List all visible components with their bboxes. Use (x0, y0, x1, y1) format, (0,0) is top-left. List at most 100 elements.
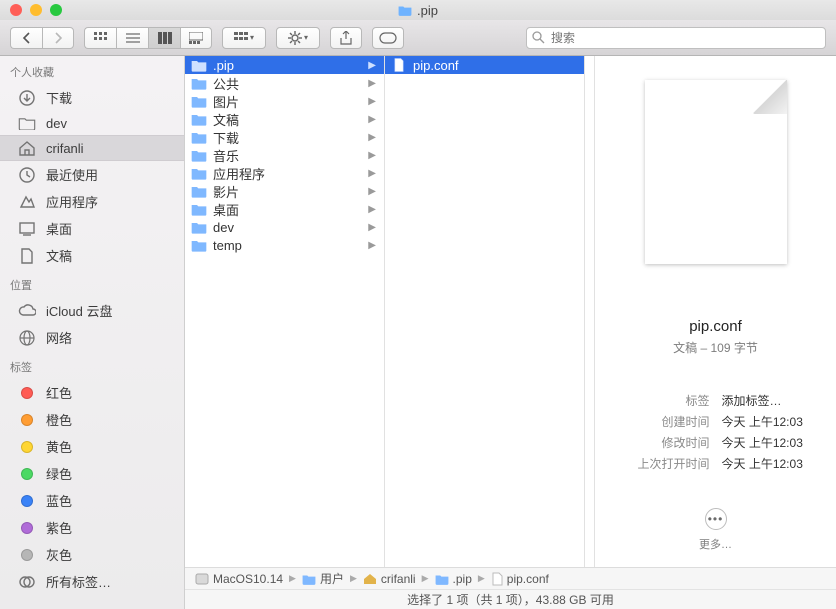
sidebar-item-label: 灰色 (46, 545, 72, 564)
sidebar-item[interactable]: 文稿 (0, 242, 184, 269)
sidebar-item[interactable]: 最近使用 (0, 161, 184, 188)
sidebar-item[interactable]: 灰色 (0, 541, 184, 568)
close-window-button[interactable] (10, 4, 22, 16)
sidebar-item-label: 应用程序 (46, 192, 98, 211)
chevron-right-icon: ▶ (368, 186, 376, 197)
item-label: 下载 (213, 128, 239, 147)
more-label: 更多… (699, 536, 732, 552)
sidebar-item[interactable]: 黄色 (0, 433, 184, 460)
desktop-icon (18, 221, 36, 237)
column-browser: .pip▶公共▶图片▶文稿▶下载▶音乐▶应用程序▶影片▶桌面▶dev▶temp▶… (185, 56, 836, 609)
tag-icon (18, 385, 36, 401)
modified-value: 今天 上午12:03 (722, 434, 836, 451)
minimize-window-button[interactable] (30, 4, 42, 16)
sidebar-item[interactable]: 蓝色 (0, 487, 184, 514)
column-item[interactable]: 下载▶ (185, 128, 384, 146)
sidebar: 个人收藏下载devcrifanli最近使用应用程序桌面文稿位置iCloud 云盘… (0, 56, 185, 609)
list-view-button[interactable] (116, 27, 148, 49)
column-item[interactable]: 音乐▶ (185, 146, 384, 164)
chevron-right-icon: ▶ (368, 114, 376, 125)
item-label: temp (213, 238, 242, 253)
path-segment[interactable]: pip.conf (491, 572, 549, 586)
preview-subtitle: 文稿 – 109 字节 (673, 339, 758, 356)
path-label: pip.conf (507, 572, 549, 586)
sidebar-item-label: 红色 (46, 383, 72, 402)
column-view-button[interactable] (148, 27, 180, 49)
sidebar-item[interactable]: dev (0, 111, 184, 135)
sidebar-item[interactable]: 紫色 (0, 514, 184, 541)
back-button[interactable] (10, 27, 42, 49)
sidebar-section-header: 位置 (0, 269, 184, 297)
chevron-right-icon: ▶ (368, 96, 376, 107)
action-button[interactable]: ▾ (276, 27, 320, 49)
path-segment[interactable]: crifanli (363, 572, 416, 586)
sidebar-item[interactable]: 红色 (0, 379, 184, 406)
column-item[interactable]: 桌面▶ (185, 200, 384, 218)
search-field[interactable] (526, 27, 826, 49)
forward-button[interactable] (42, 27, 74, 49)
tag-icon (18, 412, 36, 428)
path-label: 用户 (320, 570, 344, 587)
sidebar-item[interactable]: iCloud 云盘 (0, 297, 184, 324)
sidebar-item[interactable]: 所有标签… (0, 568, 184, 595)
folder-icon (302, 573, 316, 585)
sidebar-item[interactable]: 橙色 (0, 406, 184, 433)
arrange-button[interactable]: ▾ (222, 27, 266, 49)
column-1: .pip▶公共▶图片▶文稿▶下载▶音乐▶应用程序▶影片▶桌面▶dev▶temp▶… (185, 56, 385, 609)
search-input[interactable] (526, 27, 826, 49)
sidebar-item-label: 文稿 (46, 246, 72, 265)
preview-metadata: 标签添加标签… 创建时间今天 上午12:03 修改时间今天 上午12:03 上次… (595, 390, 836, 474)
status-bar: 选择了 1 项（共 1 项），43.88 GB 可用 (185, 589, 836, 609)
titlebar: .pip (0, 0, 836, 20)
column-item[interactable]: .pip ▶ (185, 56, 384, 74)
column-item[interactable]: 文稿▶ (185, 110, 384, 128)
item-label: 图片 (213, 92, 239, 111)
sidebar-item-label: 最近使用 (46, 165, 98, 184)
column-item[interactable]: temp▶ (185, 236, 384, 254)
add-tags-field[interactable]: 添加标签… (722, 392, 836, 409)
path-segment[interactable]: 用户 (302, 570, 344, 587)
column-item[interactable]: pip.conf (385, 56, 584, 74)
alltags-icon (18, 574, 36, 590)
folder-icon (398, 4, 412, 16)
sidebar-item-label: 黄色 (46, 437, 72, 456)
path-segment[interactable]: MacOS10.14 (195, 572, 283, 586)
sidebar-item[interactable]: 网络 (0, 324, 184, 351)
sidebar-item-label: 蓝色 (46, 491, 72, 510)
chevron-right-icon: ▶ (350, 573, 357, 584)
document-icon (18, 248, 36, 264)
path-label: .pip (453, 572, 472, 586)
item-label: 影片 (213, 182, 239, 201)
sidebar-item-label: 绿色 (46, 464, 72, 483)
more-actions-button[interactable]: ••• (705, 508, 727, 530)
disk-icon (195, 573, 209, 585)
sidebar-item[interactable]: 桌面 (0, 215, 184, 242)
path-segment[interactable]: .pip (435, 572, 472, 586)
icon-view-button[interactable] (84, 27, 116, 49)
clock-icon (18, 167, 36, 183)
chevron-right-icon: ▶ (368, 60, 376, 71)
sidebar-item[interactable]: 应用程序 (0, 188, 184, 215)
zoom-window-button[interactable] (50, 4, 62, 16)
item-label: 桌面 (213, 200, 239, 219)
item-label: 音乐 (213, 146, 239, 165)
sidebar-item[interactable]: 下载 (0, 84, 184, 111)
column-item[interactable]: dev▶ (185, 218, 384, 236)
gallery-view-button[interactable] (180, 27, 212, 49)
column-item[interactable]: 图片 ▶ (185, 92, 384, 110)
home-icon (18, 140, 36, 156)
column-item[interactable]: 应用程序▶ (185, 164, 384, 182)
sidebar-item-label: iCloud 云盘 (46, 301, 112, 320)
tag-icon (18, 466, 36, 482)
gear-icon (288, 31, 302, 45)
share-icon (340, 31, 352, 45)
view-mode-buttons (84, 27, 212, 49)
tag-icon (379, 32, 397, 44)
item-label: .pip (213, 58, 234, 73)
column-item[interactable]: 影片 ▶ (185, 182, 384, 200)
sidebar-item[interactable]: crifanli (0, 135, 184, 161)
share-button[interactable] (330, 27, 362, 49)
sidebar-item[interactable]: 绿色 (0, 460, 184, 487)
tags-button[interactable] (372, 27, 404, 49)
column-item[interactable]: 公共▶ (185, 74, 384, 92)
